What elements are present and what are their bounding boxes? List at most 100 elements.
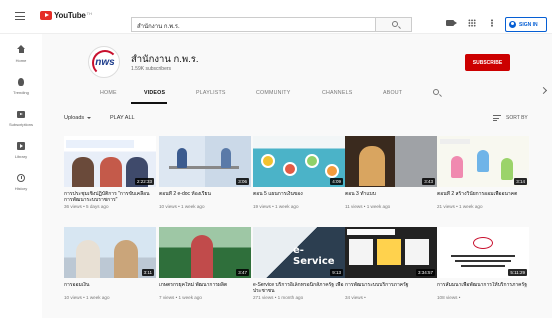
slide-panel: [405, 239, 429, 265]
person-figure: [191, 235, 213, 278]
video-thumbnail[interactable]: 4:09: [253, 136, 345, 187]
play-all-button[interactable]: PLAY ALL: [110, 115, 135, 121]
tab-playlists[interactable]: PLAYLISTS: [196, 90, 226, 96]
video-card[interactable]: 3:06 ตอนที่ 2 e-doc ห้องเรียน 10 views •…: [159, 136, 251, 209]
channel-search-icon[interactable]: [433, 89, 439, 95]
video-meta: 10 views • 1 week ago: [64, 295, 110, 300]
tab-about[interactable]: ABOUT: [383, 90, 402, 96]
thumbnail-banner: [66, 140, 134, 148]
tab-community[interactable]: COMMUNITY: [256, 90, 290, 96]
text-line: [451, 255, 515, 257]
video-thumbnail[interactable]: 2:22:33: [64, 136, 156, 187]
video-title[interactable]: ตอน 3 ทำแบบ: [345, 191, 437, 203]
video-duration: 3:47: [236, 269, 249, 276]
caret-down-icon: [87, 117, 92, 119]
video-card[interactable]: 2:22:33 การประชุมเชิงปฏิบัติการ "การขับเ…: [64, 136, 156, 209]
video-thumbnail[interactable]: 3:43: [345, 136, 437, 187]
video-camera-icon[interactable]: [446, 20, 457, 26]
child-figure: [477, 150, 489, 172]
video-title[interactable]: e-Service บริการอิเล็กทรอนิกส์ภาครัฐ เพื…: [253, 282, 345, 294]
account-icon: [509, 21, 516, 28]
video-meta: 36 views • 5 days ago: [64, 204, 109, 209]
video-meta: 271 views • 1 month ago: [253, 295, 304, 300]
channel-tabs: [42, 80, 552, 104]
uploads-label: Uploads: [64, 115, 85, 121]
person-figure: [359, 146, 385, 186]
sidebar-item-subscriptions[interactable]: Subscriptions: [0, 106, 42, 134]
thumbnail-tag: [440, 139, 470, 144]
channel-name: สำนักงาน ก.พ.ร.: [131, 54, 199, 65]
video-duration: 3:06: [236, 178, 249, 185]
subscribe-button[interactable]: SUBSCRIBE: [465, 54, 510, 71]
video-card[interactable]: 3:47 เกษตรกรยุคใหม่ พัฒนาการผลิต 7 views…: [159, 227, 251, 300]
person-figure: [100, 157, 122, 187]
play-logo-icon: [40, 11, 52, 20]
avatar[interactable]: nws: [88, 46, 120, 78]
video-thumbnail[interactable]: 3:11: [64, 227, 156, 278]
sidebar-item-label: History: [14, 186, 28, 191]
uploads-dropdown[interactable]: Uploads: [64, 115, 92, 121]
video-title[interactable]: ตอน 5 แผนการเงินของ: [253, 191, 345, 203]
sidebar-item-history[interactable]: History: [0, 170, 42, 198]
illustration-circle: [283, 162, 297, 176]
more-vert-icon[interactable]: [491, 19, 493, 27]
illustration-circle: [305, 154, 319, 168]
video-title[interactable]: การออมเงิน: [64, 282, 156, 294]
person-figure: [114, 240, 138, 278]
sidebar-item-library[interactable]: Library: [0, 138, 42, 166]
text-line: [455, 260, 511, 262]
menu-icon[interactable]: [15, 12, 25, 20]
video-card[interactable]: 3:14 ตอนที่ 2 สร้างวินัยการออมเพื่ออนาคต…: [437, 136, 529, 209]
sort-by-button[interactable]: SORT BY: [493, 115, 528, 121]
video-title[interactable]: การประชุมเชิงปฏิบัติการ "การขับเคลื่อนกา…: [64, 191, 156, 203]
slide-panel: [377, 239, 401, 265]
tab-videos[interactable]: VIDEOS: [144, 90, 165, 96]
child-figure: [501, 158, 513, 180]
person-figure: [76, 240, 100, 278]
video-thumbnail[interactable]: 3:34:57: [345, 227, 437, 278]
video-card[interactable]: 3:34:57 การพัฒนาระบบบริการภาครัฐ 34 view…: [345, 227, 437, 300]
sign-in-button[interactable]: SIGN IN: [505, 17, 547, 32]
video-meta: 7 views • 1 week ago: [159, 295, 202, 300]
subscriber-count: 1.59K subscribers: [131, 66, 172, 72]
thumbnail-overlay-text: e-Service: [293, 245, 335, 267]
video-thumbnail[interactable]: 5:11:29: [437, 227, 529, 278]
video-card[interactable]: 5:11:29 การสัมมนาเพื่อพัฒนาการให้บริการภ…: [437, 227, 529, 300]
sidebar-item-home[interactable]: Home: [0, 42, 42, 70]
video-title[interactable]: ตอนที่ 2 สร้างวินัยการออมเพื่ออนาคต: [437, 191, 529, 203]
history-icon: [17, 174, 25, 182]
video-card[interactable]: 3:11 การออมเงิน 10 views • 1 week ago: [64, 227, 156, 300]
sidebar-item-label: Library: [14, 154, 28, 159]
video-title[interactable]: การสัมมนาเพื่อพัฒนาการให้บริการภาครัฐ: [437, 282, 529, 294]
video-thumbnail[interactable]: 3:06: [159, 136, 251, 187]
apps-grid-icon[interactable]: [468, 19, 476, 27]
video-title[interactable]: ตอนที่ 2 e-doc ห้องเรียน: [159, 191, 251, 203]
tab-channels[interactable]: CHANNELS: [322, 90, 352, 96]
video-meta: 19 views • 1 week ago: [253, 204, 299, 209]
video-card[interactable]: 3:43 ตอน 3 ทำแบบ 11 views • 1 week ago: [345, 136, 437, 209]
video-duration: 2:22:33: [134, 178, 154, 185]
video-duration: 9:13: [330, 269, 343, 276]
text-line: [461, 265, 505, 267]
video-meta: 11 views • 1 week ago: [345, 204, 391, 209]
video-thumbnail[interactable]: 3:47: [159, 227, 251, 278]
avatar-text: nws: [95, 57, 115, 68]
video-title[interactable]: เกษตรกรยุคใหม่ พัฒนาการผลิต: [159, 282, 251, 294]
youtube-logo[interactable]: YouTube TH: [40, 11, 92, 20]
video-title[interactable]: การพัฒนาระบบบริการภาครัฐ: [345, 282, 437, 294]
sidebar-item-label: Subscriptions: [8, 122, 33, 127]
search-button[interactable]: [375, 17, 412, 32]
video-thumbnail[interactable]: e-Service 9:13: [253, 227, 345, 278]
tab-home[interactable]: HOME: [100, 90, 117, 96]
library-icon: [17, 142, 25, 150]
video-card[interactable]: e-Service 9:13 e-Service บริการอิเล็กทรอ…: [253, 227, 345, 300]
video-duration: 3:43: [422, 178, 435, 185]
video-thumbnail[interactable]: 3:14: [437, 136, 529, 187]
search-input[interactable]: สำนักงาน ก.พ.ร.: [131, 17, 375, 32]
logo-text: YouTube: [54, 11, 86, 20]
illustration-circle: [261, 154, 275, 168]
thumbnail-header: [347, 229, 395, 235]
slide-panel: [349, 239, 373, 265]
video-card[interactable]: 4:09 ตอน 5 แผนการเงินของ 19 views • 1 we…: [253, 136, 345, 209]
sidebar-item-trending[interactable]: Trending: [0, 74, 42, 102]
